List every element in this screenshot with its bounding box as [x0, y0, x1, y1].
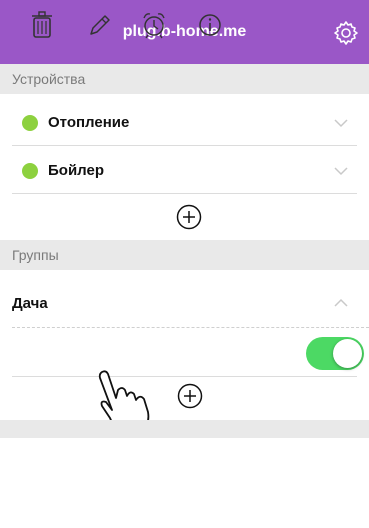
chevron-down-icon[interactable] [333, 166, 349, 176]
status-dot [22, 114, 38, 131]
add-group-button[interactable] [177, 383, 203, 409]
group-row-dacha[interactable]: Дача [12, 280, 357, 326]
info-icon[interactable] [196, 10, 224, 40]
groups-section-title: Группы [12, 247, 59, 263]
gear-icon[interactable] [333, 20, 359, 46]
device-label: Отопление [48, 114, 130, 131]
chevron-up-icon[interactable] [333, 298, 349, 308]
device-row-heating[interactable]: Отопление [12, 100, 357, 146]
trash-icon[interactable] [28, 10, 56, 40]
divider [12, 327, 369, 328]
alarm-clock-icon[interactable] [140, 10, 168, 40]
add-device-button[interactable] [176, 204, 202, 230]
group-toggle-switch[interactable] [306, 337, 364, 370]
status-dot [22, 162, 38, 179]
footer-band [0, 420, 369, 438]
chevron-down-icon[interactable] [333, 118, 349, 128]
toggle-knob [333, 339, 362, 368]
groups-section-header: Группы [0, 240, 369, 270]
device-row-boiler[interactable]: Бойлер [12, 148, 357, 194]
device-label: Бойлер [48, 162, 105, 179]
group-label: Дача [12, 294, 48, 312]
devices-section-header: Устройства [0, 64, 369, 94]
devices-section-title: Устройства [12, 71, 86, 87]
divider [12, 376, 357, 377]
pencil-icon[interactable] [85, 10, 113, 40]
